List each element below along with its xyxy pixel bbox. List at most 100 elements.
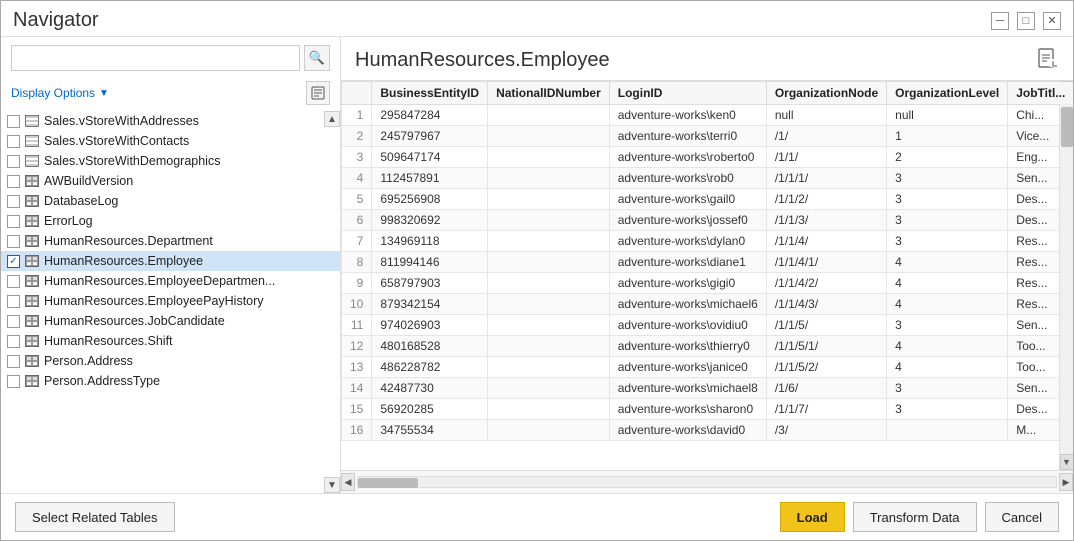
item-checkbox[interactable] [7, 195, 20, 208]
table-cell: null [887, 105, 1008, 126]
item-checkbox[interactable] [7, 335, 20, 348]
item-checkbox[interactable] [7, 135, 20, 148]
table-cell: /1/1/7/ [766, 399, 886, 420]
tree-item-label: HumanResources.EmployeePayHistory [44, 294, 264, 308]
table-cell [488, 231, 610, 252]
transform-data-button[interactable]: Transform Data [853, 502, 977, 532]
table-cell: 4 [887, 336, 1008, 357]
restore-button[interactable]: □ [1017, 12, 1035, 30]
cancel-button[interactable]: Cancel [985, 502, 1059, 532]
data-table-scroll[interactable]: BusinessEntityIDNationalIDNumberLoginIDO… [341, 81, 1073, 470]
refresh-button[interactable] [306, 81, 330, 105]
tree-item[interactable]: Sales.vStoreWithDemographics [1, 151, 340, 171]
table-icon [24, 294, 40, 308]
item-checkbox[interactable] [7, 215, 20, 228]
bottom-right: Load Transform Data Cancel [780, 502, 1059, 532]
load-button[interactable]: Load [780, 502, 845, 532]
table-cell: 295847284 [372, 105, 488, 126]
table-row: 1442487730adventure-works\michael8/1/6/3… [342, 378, 1074, 399]
table-cell: adventure-works\roberto0 [609, 147, 766, 168]
table-cell: 3 [887, 231, 1008, 252]
tree-scroll-up-button[interactable]: ▲ [324, 111, 340, 127]
table-cell: 245797967 [372, 126, 488, 147]
table-cell: /1/1/4/1/ [766, 252, 886, 273]
tree-item[interactable]: HumanResources.Department [1, 231, 340, 251]
item-checkbox[interactable] [7, 315, 20, 328]
table-cell: /1/1/5/ [766, 315, 886, 336]
tree-item-label: Person.AddressType [44, 374, 160, 388]
tree-item-label: HumanResources.JobCandidate [44, 314, 225, 328]
right-panel: HumanResources.Employee Busi [341, 37, 1073, 493]
display-options-button[interactable]: Display Options ▼ [11, 86, 109, 100]
scroll-right-button[interactable]: ▶ [1059, 473, 1073, 491]
tree-item[interactable]: Sales.vStoreWithAddresses [1, 111, 340, 131]
bottom-bar: Select Related Tables Load Transform Dat… [1, 493, 1073, 540]
table-row: 1634755534adventure-works\david0/3/M... [342, 420, 1074, 441]
table-row: 13486228782adventure-works\janice0/1/1/5… [342, 357, 1074, 378]
vertical-scrollbar[interactable]: ▲ ▼ [1059, 81, 1073, 470]
item-checkbox[interactable] [7, 155, 20, 168]
display-options-row: Display Options ▼ [1, 79, 340, 111]
table-cell: /1/1/2/ [766, 189, 886, 210]
column-header: OrganizationLevel [887, 82, 1008, 105]
left-panel: 🔍 Display Options ▼ [1, 37, 341, 493]
item-checkbox[interactable] [7, 375, 20, 388]
tree-item[interactable]: HumanResources.JobCandidate [1, 311, 340, 331]
item-checkbox[interactable] [7, 355, 20, 368]
tree-item[interactable]: ErrorLog [1, 211, 340, 231]
table-cell: 4 [887, 357, 1008, 378]
item-checkbox[interactable] [7, 115, 20, 128]
select-related-tables-button[interactable]: Select Related Tables [15, 502, 175, 532]
table-cell [488, 420, 610, 441]
tree-item[interactable]: AWBuildVersion [1, 171, 340, 191]
item-checkbox[interactable] [7, 235, 20, 248]
item-checkbox[interactable] [7, 295, 20, 308]
tree-item[interactable]: Sales.vStoreWithContacts [1, 131, 340, 151]
tree-item-label: HumanResources.Department [44, 234, 213, 248]
scroll-down-button[interactable]: ▼ [1060, 454, 1074, 470]
tree-item[interactable]: Person.AddressType [1, 371, 340, 391]
table-cell: 480168528 [372, 336, 488, 357]
tree-item[interactable]: Person.Address [1, 351, 340, 371]
close-button[interactable]: ✕ [1043, 12, 1061, 30]
tree-item-label: AWBuildVersion [44, 174, 133, 188]
search-button[interactable]: 🔍 [304, 45, 330, 71]
table-cell: 3 [887, 315, 1008, 336]
table-cell: adventure-works\gigi0 [609, 273, 766, 294]
tree-area[interactable]: ▲ Sales.vStoreWithAddressesSales.vStoreW… [1, 111, 340, 493]
window-title: Navigator [13, 9, 99, 32]
table-cell: 9 [342, 273, 372, 294]
table-cell: 6 [342, 210, 372, 231]
tree-item[interactable]: HumanResources.Shift [1, 331, 340, 351]
export-icon[interactable] [1037, 47, 1059, 74]
table-wrapper: BusinessEntityIDNationalIDNumberLoginIDO… [341, 80, 1073, 470]
table-row: 10879342154adventure-works\michael6/1/1/… [342, 294, 1074, 315]
table-cell: 8 [342, 252, 372, 273]
scroll-track [1061, 97, 1073, 454]
column-header: JobTitl... [1008, 82, 1073, 105]
table-cell: 3 [887, 399, 1008, 420]
scroll-thumb[interactable] [1061, 107, 1073, 147]
tree-scroll-down-button[interactable]: ▼ [324, 477, 340, 493]
search-input[interactable] [11, 45, 300, 71]
item-checkbox[interactable] [7, 275, 20, 288]
tree-item[interactable]: HumanResources.EmployeeDepartmen... [1, 271, 340, 291]
horizontal-scrollbar[interactable] [357, 476, 1057, 488]
scroll-left-button[interactable]: ◀ [341, 473, 355, 491]
table-icon [24, 194, 40, 208]
tree-item[interactable]: HumanResources.EmployeePayHistory [1, 291, 340, 311]
search-row: 🔍 [1, 37, 340, 79]
table-head: BusinessEntityIDNationalIDNumberLoginIDO… [342, 82, 1074, 105]
table-cell: 7 [342, 231, 372, 252]
table-cell: 4 [342, 168, 372, 189]
tree-item[interactable]: ✓HumanResources.Employee [1, 251, 340, 271]
tree-item[interactable]: DatabaseLog [1, 191, 340, 211]
tree-item-label: ErrorLog [44, 214, 93, 228]
minimize-button[interactable]: ─ [991, 12, 1009, 30]
table-icon [24, 274, 40, 288]
display-options-label: Display Options [11, 86, 95, 100]
item-checkbox[interactable] [7, 175, 20, 188]
item-checkbox[interactable]: ✓ [7, 255, 20, 268]
table-cell [488, 315, 610, 336]
table-cell: adventure-works\thierry0 [609, 336, 766, 357]
